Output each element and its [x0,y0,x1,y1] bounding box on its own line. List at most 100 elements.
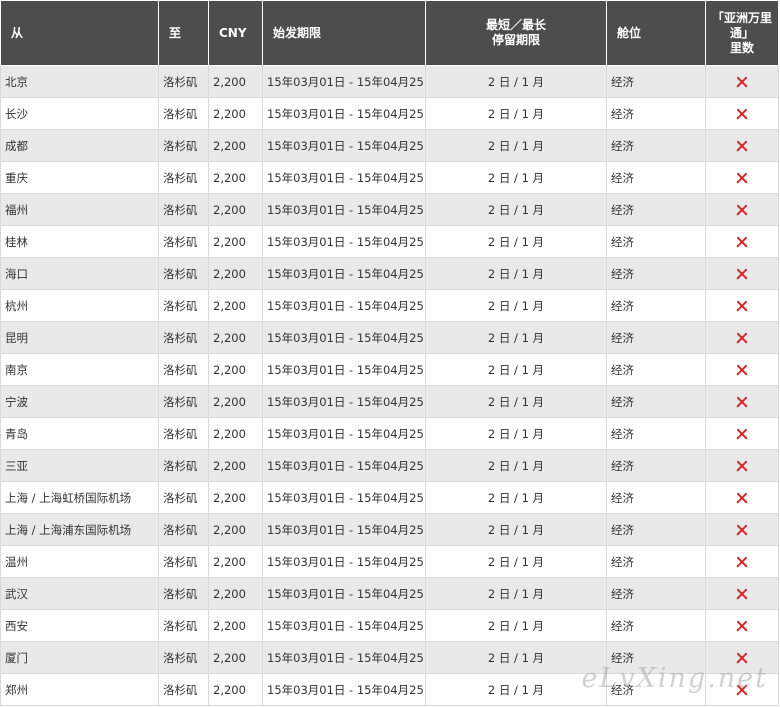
cell-cny: 2,200 [208,545,263,578]
cell-cabin: 经济 [606,609,706,642]
cell-stay: 2 日 / 1 月 [425,321,607,354]
cell-miles [705,225,779,258]
table-row: 南京 洛杉矶 2,200 15年03月01日 - 15年04月25日 2 日 / 1 月… [0,353,779,386]
table-row: 青岛 洛杉矶 2,200 15年03月01日 - 15年04月25日 2 日 / 1 月… [0,417,779,450]
cell-stay: 2 日 / 1 月 [425,97,607,130]
cell-cny: 2,200 [208,289,263,322]
cell-cabin: 经济 [606,673,706,706]
cell-period: 15年03月01日 - 15年04月25日 [262,417,426,450]
cell-from: 昆明 [0,321,159,354]
cell-cabin: 经济 [606,449,706,482]
cell-stay: 2 日 / 1 月 [425,513,607,546]
cell-stay: 2 日 / 1 月 [425,385,607,418]
table-row: 长沙 洛杉矶 2,200 15年03月01日 - 15年04月25日 2 日 / 1 月… [0,97,779,130]
cell-period: 15年03月01日 - 15年04月25日 [262,449,426,482]
cell-to: 洛杉矶 [158,545,209,578]
cell-cny: 2,200 [208,641,263,674]
cross-icon [735,491,749,505]
cross-icon [735,75,749,89]
cross-icon [735,683,749,697]
cell-period: 15年03月01日 - 15年04月25日 [262,385,426,418]
cell-miles [705,97,779,130]
table-row: 北京 洛杉矶 2,200 15年03月01日 - 15年04月25日 2 日 / 1 月… [0,65,779,98]
cell-to: 洛杉矶 [158,65,209,98]
cell-stay: 2 日 / 1 月 [425,673,607,706]
cross-icon [735,235,749,249]
cell-cabin: 经济 [606,257,706,290]
cell-from: 上海 / 上海浦东国际机场 [0,513,159,546]
cell-cabin: 经济 [606,641,706,674]
header-cabin: 舱位 [606,0,706,66]
cell-period: 15年03月01日 - 15年04月25日 [262,193,426,226]
cell-stay: 2 日 / 1 月 [425,193,607,226]
header-stay: 最短／最长 停留期限 [425,0,607,66]
cell-stay: 2 日 / 1 月 [425,353,607,386]
cross-icon [735,139,749,153]
cell-from: 成都 [0,129,159,162]
cell-miles [705,353,779,386]
cross-icon [735,619,749,633]
cell-stay: 2 日 / 1 月 [425,129,607,162]
cell-from: 郑州 [0,673,159,706]
cross-icon [735,555,749,569]
cell-stay: 2 日 / 1 月 [425,577,607,610]
cell-stay: 2 日 / 1 月 [425,225,607,258]
cell-cny: 2,200 [208,577,263,610]
cell-cny: 2,200 [208,97,263,130]
cross-icon [735,651,749,665]
cell-from: 长沙 [0,97,159,130]
cell-period: 15年03月01日 - 15年04月25日 [262,289,426,322]
table-row: 成都 洛杉矶 2,200 15年03月01日 - 15年04月25日 2 日 / 1 月… [0,129,779,162]
cell-stay: 2 日 / 1 月 [425,641,607,674]
cell-to: 洛杉矶 [158,641,209,674]
cell-miles [705,449,779,482]
cell-cny: 2,200 [208,417,263,450]
cell-to: 洛杉矶 [158,449,209,482]
cell-cabin: 经济 [606,385,706,418]
cell-period: 15年03月01日 - 15年04月25日 [262,481,426,514]
cross-icon [735,395,749,409]
header-miles: 「亚洲万里通」 里数 [705,0,779,66]
cell-miles [705,513,779,546]
cell-to: 洛杉矶 [158,97,209,130]
cell-cny: 2,200 [208,449,263,482]
header-cny: CNY [208,0,263,66]
cell-miles [705,609,779,642]
cell-miles [705,193,779,226]
cross-icon [735,331,749,345]
cell-cabin: 经济 [606,321,706,354]
cell-from: 南京 [0,353,159,386]
cell-stay: 2 日 / 1 月 [425,257,607,290]
cell-from: 海口 [0,257,159,290]
cell-from: 桂林 [0,225,159,258]
cell-to: 洛杉矶 [158,609,209,642]
cell-from: 厦门 [0,641,159,674]
cross-icon [735,459,749,473]
cell-to: 洛杉矶 [158,673,209,706]
cell-miles [705,65,779,98]
cell-cabin: 经济 [606,481,706,514]
cell-to: 洛杉矶 [158,353,209,386]
cell-period: 15年03月01日 - 15年04月25日 [262,321,426,354]
cell-from: 杭州 [0,289,159,322]
cell-stay: 2 日 / 1 月 [425,65,607,98]
table-row: 杭州 洛杉矶 2,200 15年03月01日 - 15年04月25日 2 日 / 1 月… [0,289,779,322]
cell-period: 15年03月01日 - 15年04月25日 [262,65,426,98]
cell-period: 15年03月01日 - 15年04月25日 [262,129,426,162]
table-row: 重庆 洛杉矶 2,200 15年03月01日 - 15年04月25日 2 日 / 1 月… [0,161,779,194]
cell-to: 洛杉矶 [158,193,209,226]
cell-to: 洛杉矶 [158,385,209,418]
cell-period: 15年03月01日 - 15年04月25日 [262,161,426,194]
cell-stay: 2 日 / 1 月 [425,161,607,194]
cell-cny: 2,200 [208,481,263,514]
cell-period: 15年03月01日 - 15年04月25日 [262,641,426,674]
cell-cabin: 经济 [606,513,706,546]
cell-to: 洛杉矶 [158,129,209,162]
cell-cny: 2,200 [208,129,263,162]
cell-from: 上海 / 上海虹桥国际机场 [0,481,159,514]
cell-from: 西安 [0,609,159,642]
table-row: 昆明 洛杉矶 2,200 15年03月01日 - 15年04月25日 2 日 / 1 月… [0,321,779,354]
cell-period: 15年03月01日 - 15年04月25日 [262,353,426,386]
table-row: 宁波 洛杉矶 2,200 15年03月01日 - 15年04月25日 2 日 / 1 月… [0,385,779,418]
cell-cny: 2,200 [208,353,263,386]
